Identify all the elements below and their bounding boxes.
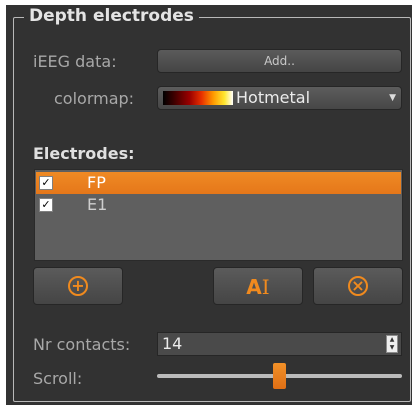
font-cursor-icon: AI	[246, 275, 270, 299]
nr-contacts-label: Nr contacts:	[33, 335, 131, 354]
electrode-label: E1	[87, 195, 108, 214]
hotmetal-gradient-swatch	[163, 91, 233, 105]
electrodes-list[interactable]: ✓ FP ✓ E1	[34, 169, 403, 261]
spin-up-icon[interactable]: ▲	[387, 336, 397, 344]
x-circle-icon: ×	[348, 276, 368, 296]
nr-contacts-value[interactable]: 14	[162, 334, 182, 354]
group-title: Depth electrodes	[24, 5, 199, 27]
plus-circle-icon: +	[68, 276, 88, 296]
electrode-label: FP	[87, 173, 106, 192]
rename-electrode-button[interactable]: AI	[213, 267, 303, 305]
electrodes-label: Electrodes:	[33, 144, 135, 163]
chevron-down-icon[interactable]: ▼	[389, 92, 396, 104]
colormap-combobox[interactable]: Hotmetal ▼	[157, 86, 402, 110]
electrode-row[interactable]: ✓ FP	[36, 172, 401, 194]
nr-contacts-spinbox[interactable]: 14 ▲ ▼	[157, 332, 402, 356]
electrode-row[interactable]: ✓ E1	[36, 194, 401, 216]
scroll-slider-handle[interactable]	[273, 363, 286, 389]
ieeg-add-button[interactable]: Add..	[157, 49, 402, 73]
colormap-selected-value: Hotmetal	[236, 88, 311, 107]
scroll-label: Scroll:	[33, 369, 83, 388]
spin-buttons[interactable]: ▲ ▼	[386, 335, 398, 353]
ieeg-data-label: iEEG data:	[33, 52, 117, 71]
checkbox-checked-icon[interactable]: ✓	[39, 176, 53, 190]
spin-down-icon[interactable]: ▼	[387, 344, 397, 352]
colormap-label: colormap:	[54, 89, 135, 108]
add-electrode-button[interactable]: +	[33, 267, 123, 305]
checkbox-checked-icon[interactable]: ✓	[39, 198, 53, 212]
remove-electrode-button[interactable]: ×	[313, 267, 403, 305]
